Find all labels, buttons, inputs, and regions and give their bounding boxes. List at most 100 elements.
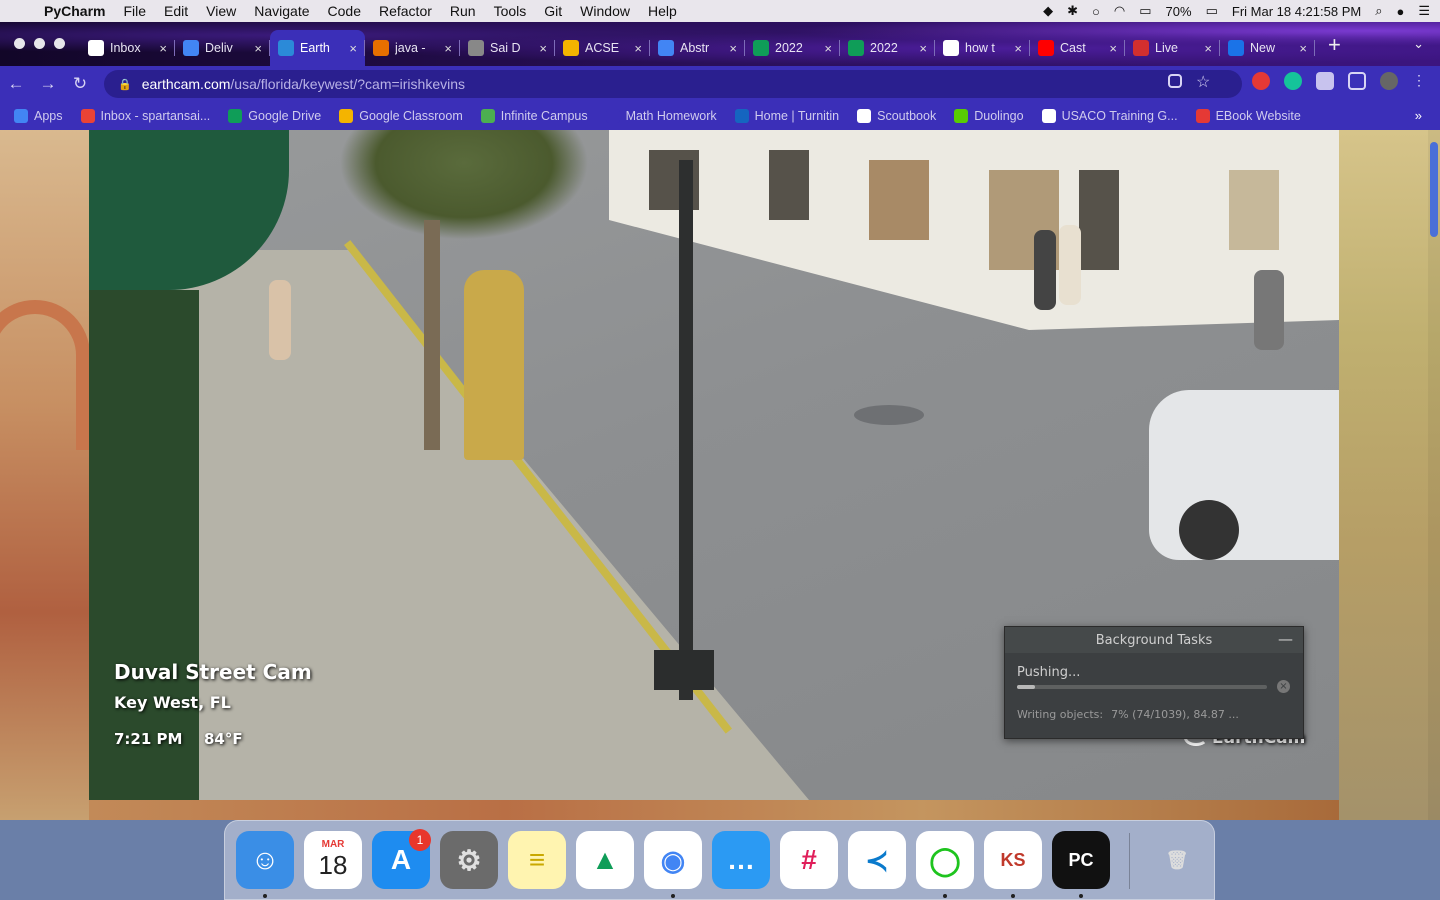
menu-clock[interactable]: Fri Mar 18 4:21:58 PM <box>1232 4 1361 19</box>
dock-vscode-icon[interactable]: ≺ <box>848 831 906 889</box>
do-not-disturb-icon[interactable]: ○ <box>1092 4 1100 19</box>
browser-tab[interactable]: Sai D × <box>460 30 555 66</box>
menu-window[interactable]: Window <box>571 3 639 19</box>
side-panel-icon[interactable] <box>1348 72 1366 90</box>
menu-app-name[interactable]: PyCharm <box>40 3 114 19</box>
airplay-icon[interactable]: ▭ <box>1139 3 1151 19</box>
browser-tab[interactable]: Live × <box>1125 30 1220 66</box>
extensions-puzzle-icon[interactable] <box>1316 72 1334 90</box>
browser-tab[interactable]: ACSE × <box>555 30 650 66</box>
browser-tab[interactable]: 2022 × <box>745 30 840 66</box>
menu-edit[interactable]: Edit <box>155 3 197 19</box>
scrollbar-thumb[interactable] <box>1430 142 1438 237</box>
address-bar[interactable]: 🔒 earthcam.com/usa/florida/keywest/?cam=… <box>104 70 1242 98</box>
dock-calendar-icon[interactable]: MAR 18 <box>304 831 362 889</box>
menu-tools[interactable]: Tools <box>485 3 536 19</box>
spotlight-search-icon[interactable]: ⌕ <box>1375 3 1382 19</box>
browser-tab[interactable]: Deliv × <box>175 30 270 66</box>
menu-run[interactable]: Run <box>441 3 485 19</box>
bookmark-item[interactable]: Apps <box>14 109 63 123</box>
bookmark-item[interactable]: Inbox - spartansai... <box>80 109 210 123</box>
bookmark-item[interactable]: EBook Website <box>1195 109 1301 123</box>
grammarly-icon[interactable] <box>1284 72 1302 90</box>
menu-git[interactable]: Git <box>535 3 571 19</box>
tab-close-icon[interactable]: × <box>254 41 262 56</box>
dock-pycharm-icon[interactable]: PC <box>1052 831 1110 889</box>
task-detail: Writing objects: 7% (74/1039), 84.87 ... <box>1017 708 1239 721</box>
dock-system-preferences-icon[interactable]: ⚙ <box>440 831 498 889</box>
background-tasks-header: Background Tasks — <box>1005 627 1303 653</box>
more-menu-icon[interactable]: ⋮ <box>1412 72 1430 90</box>
tab-close-icon[interactable]: × <box>729 41 737 56</box>
tab-close-icon[interactable]: × <box>1014 41 1022 56</box>
back-button[interactable]: ← <box>0 74 32 94</box>
browser-tab[interactable]: Cast × <box>1030 30 1125 66</box>
tab-close-icon[interactable]: × <box>634 41 642 56</box>
browser-tab[interactable]: how t × <box>935 30 1030 66</box>
bookmark-item[interactable]: Google Classroom <box>339 109 463 123</box>
tab-close-icon[interactable]: × <box>1299 41 1307 56</box>
control-center-icon[interactable]: ☰ <box>1418 3 1430 19</box>
browser-tab[interactable]: Inbox × <box>80 30 175 66</box>
tab-close-icon[interactable]: × <box>159 41 167 56</box>
bookmark-star-icon[interactable]: ☆ <box>1196 72 1214 91</box>
share-icon[interactable] <box>1168 74 1182 88</box>
dock-notes-icon[interactable]: ≡ <box>508 831 566 889</box>
siri-icon[interactable]: ● <box>1396 4 1404 19</box>
new-tab-button[interactable]: + <box>1328 32 1341 58</box>
browser-tab[interactable]: Earth × <box>270 30 365 66</box>
browser-tab[interactable]: java - × <box>365 30 460 66</box>
dock-chrome-icon[interactable]: ◉ <box>644 831 702 889</box>
cancel-task-button[interactable]: × <box>1277 680 1290 693</box>
wifi-icon[interactable]: ◠ <box>1114 3 1125 19</box>
dock-slack-icon[interactable]: # <box>780 831 838 889</box>
bluetooth-icon[interactable]: ✱ <box>1067 3 1078 19</box>
minimize-window-button[interactable] <box>34 38 45 49</box>
tab-close-icon[interactable]: × <box>919 41 927 56</box>
bookmark-item[interactable]: USACO Training G... <box>1041 109 1178 123</box>
bookmark-item[interactable]: Math Homework <box>605 109 717 123</box>
menu-view[interactable]: View <box>197 3 245 19</box>
profile-avatar[interactable] <box>1380 72 1398 90</box>
dock-kslides-icon[interactable]: KS <box>984 831 1042 889</box>
bookmark-item[interactable]: Home | Turnitin <box>734 109 839 123</box>
lock-icon[interactable]: 🔒 <box>118 78 132 91</box>
menu-code[interactable]: Code <box>319 3 370 19</box>
bookmark-item[interactable]: Infinite Campus <box>480 109 588 123</box>
dropbox-icon[interactable]: ◆ <box>1043 3 1053 19</box>
zoom-window-button[interactable] <box>54 38 65 49</box>
dock-messages-icon[interactable]: … <box>712 831 770 889</box>
tab-close-icon[interactable]: × <box>824 41 832 56</box>
extension-red-icon[interactable] <box>1252 72 1270 90</box>
dock-circle-app-icon[interactable]: ◯ <box>916 831 974 889</box>
bookmarks-overflow-icon[interactable]: » <box>1415 108 1422 123</box>
browser-tab[interactable]: Abstr × <box>650 30 745 66</box>
forward-button[interactable]: → <box>32 74 64 94</box>
reload-button[interactable]: ↻ <box>64 74 96 94</box>
tab-close-icon[interactable]: × <box>349 41 357 56</box>
bookmark-item[interactable]: Google Drive <box>228 109 321 123</box>
menu-navigate[interactable]: Navigate <box>245 3 318 19</box>
tab-close-icon[interactable]: × <box>444 41 452 56</box>
minimize-panel-button[interactable]: — <box>1278 630 1293 648</box>
browser-tab[interactable]: 2022 × <box>840 30 935 66</box>
tab-close-icon[interactable]: × <box>539 41 547 56</box>
lamp-post-base <box>654 650 714 690</box>
dock-google-drive-icon[interactable]: ▲ <box>576 831 634 889</box>
battery-icon[interactable]: ▭ <box>1206 3 1218 19</box>
close-window-button[interactable] <box>14 38 25 49</box>
bookmark-item[interactable]: Scoutbook <box>857 109 936 123</box>
tab-close-icon[interactable]: × <box>1204 41 1212 56</box>
dock-trash-icon[interactable]: 🗑 <box>1148 831 1206 889</box>
dock-finder-icon[interactable]: ☺ <box>236 831 294 889</box>
tab-close-icon[interactable]: × <box>1109 41 1117 56</box>
menu-help[interactable]: Help <box>639 3 686 19</box>
tab-search-chevron-icon[interactable]: ⌄ <box>1413 36 1424 52</box>
page-scrollbar[interactable] <box>1428 130 1440 820</box>
menu-refactor[interactable]: Refactor <box>370 3 441 19</box>
browser-tab[interactable]: New × <box>1220 30 1315 66</box>
gold-statue-performer <box>464 270 524 460</box>
bookmark-favicon-icon <box>734 109 749 123</box>
bookmark-item[interactable]: Duolingo <box>954 109 1024 123</box>
menu-file[interactable]: File <box>114 3 155 19</box>
